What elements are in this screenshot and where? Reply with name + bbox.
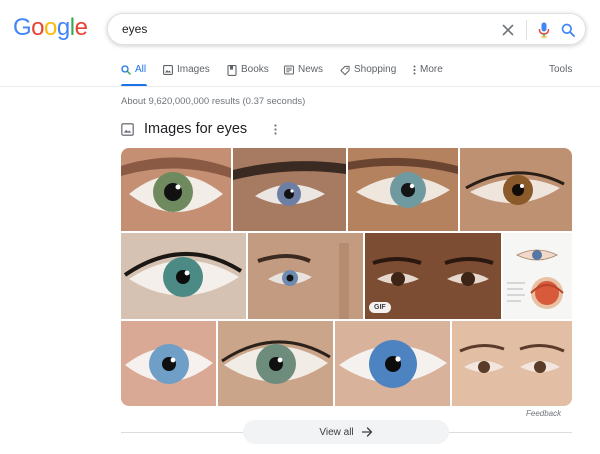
kebab-icon (273, 123, 277, 135)
tab-label: Shopping (354, 64, 397, 75)
image-icon (163, 64, 173, 76)
image-thumbnail[interactable]: GIF (365, 233, 501, 319)
tab-news[interactable]: News (284, 64, 323, 88)
gif-badge: GIF (369, 302, 391, 313)
feedback-link[interactable]: Feedback (526, 409, 561, 418)
tab-label: News (298, 64, 324, 75)
images-section-title[interactable]: Images for eyes (144, 121, 247, 137)
image-thumbnail[interactable] (335, 321, 450, 406)
tab-label: Images (177, 64, 210, 75)
voice-search-button[interactable] (534, 20, 554, 40)
image-thumbnail[interactable] (348, 148, 458, 231)
image-icon (121, 122, 134, 136)
search-icon (121, 64, 131, 76)
search-button[interactable] (558, 20, 578, 40)
newspaper-icon (284, 64, 294, 76)
tab-books[interactable]: Books (227, 64, 269, 88)
close-icon (502, 24, 514, 36)
images-section-header: Images for eyes (121, 119, 247, 139)
image-grid: GIF (121, 148, 572, 406)
search-input[interactable]: eyes (122, 22, 147, 36)
image-thumbnail[interactable] (121, 233, 246, 319)
view-all-button[interactable]: View all (243, 420, 449, 444)
tab-label: All (135, 64, 147, 75)
tabs-divider (0, 86, 600, 87)
tag-icon (340, 64, 350, 76)
tab-images[interactable]: Images (163, 64, 210, 88)
image-thumbnail[interactable] (121, 148, 231, 231)
result-stats: About 9,620,000,000 results (0.37 second… (121, 96, 306, 107)
tab-more[interactable]: More (412, 64, 443, 88)
image-thumbnail[interactable] (121, 321, 216, 406)
image-thumbnail[interactable] (503, 233, 572, 319)
image-thumbnail[interactable] (460, 148, 572, 231)
tools-button[interactable]: Tools (549, 64, 572, 75)
search-icon (561, 23, 575, 37)
image-thumbnail[interactable] (233, 148, 346, 231)
kebab-icon (412, 64, 416, 76)
image-thumbnail[interactable] (248, 233, 363, 319)
image-thumbnail[interactable] (218, 321, 333, 406)
tab-shopping[interactable]: Shopping (340, 64, 396, 88)
search-tabs: All Images Books News Shopping More (121, 64, 581, 88)
tab-label: Books (241, 64, 269, 75)
clear-button[interactable] (498, 20, 518, 40)
microphone-icon (538, 22, 550, 38)
tab-label: More (420, 64, 443, 75)
google-logo[interactable]: Google (13, 14, 88, 42)
searchbox-divider (526, 20, 527, 40)
view-all-label: View all (319, 426, 354, 438)
images-options-button[interactable] (270, 121, 280, 137)
book-icon (227, 64, 237, 76)
arrow-right-icon (361, 427, 372, 437)
image-thumbnail[interactable] (452, 321, 572, 406)
search-box[interactable]: eyes (107, 13, 586, 45)
